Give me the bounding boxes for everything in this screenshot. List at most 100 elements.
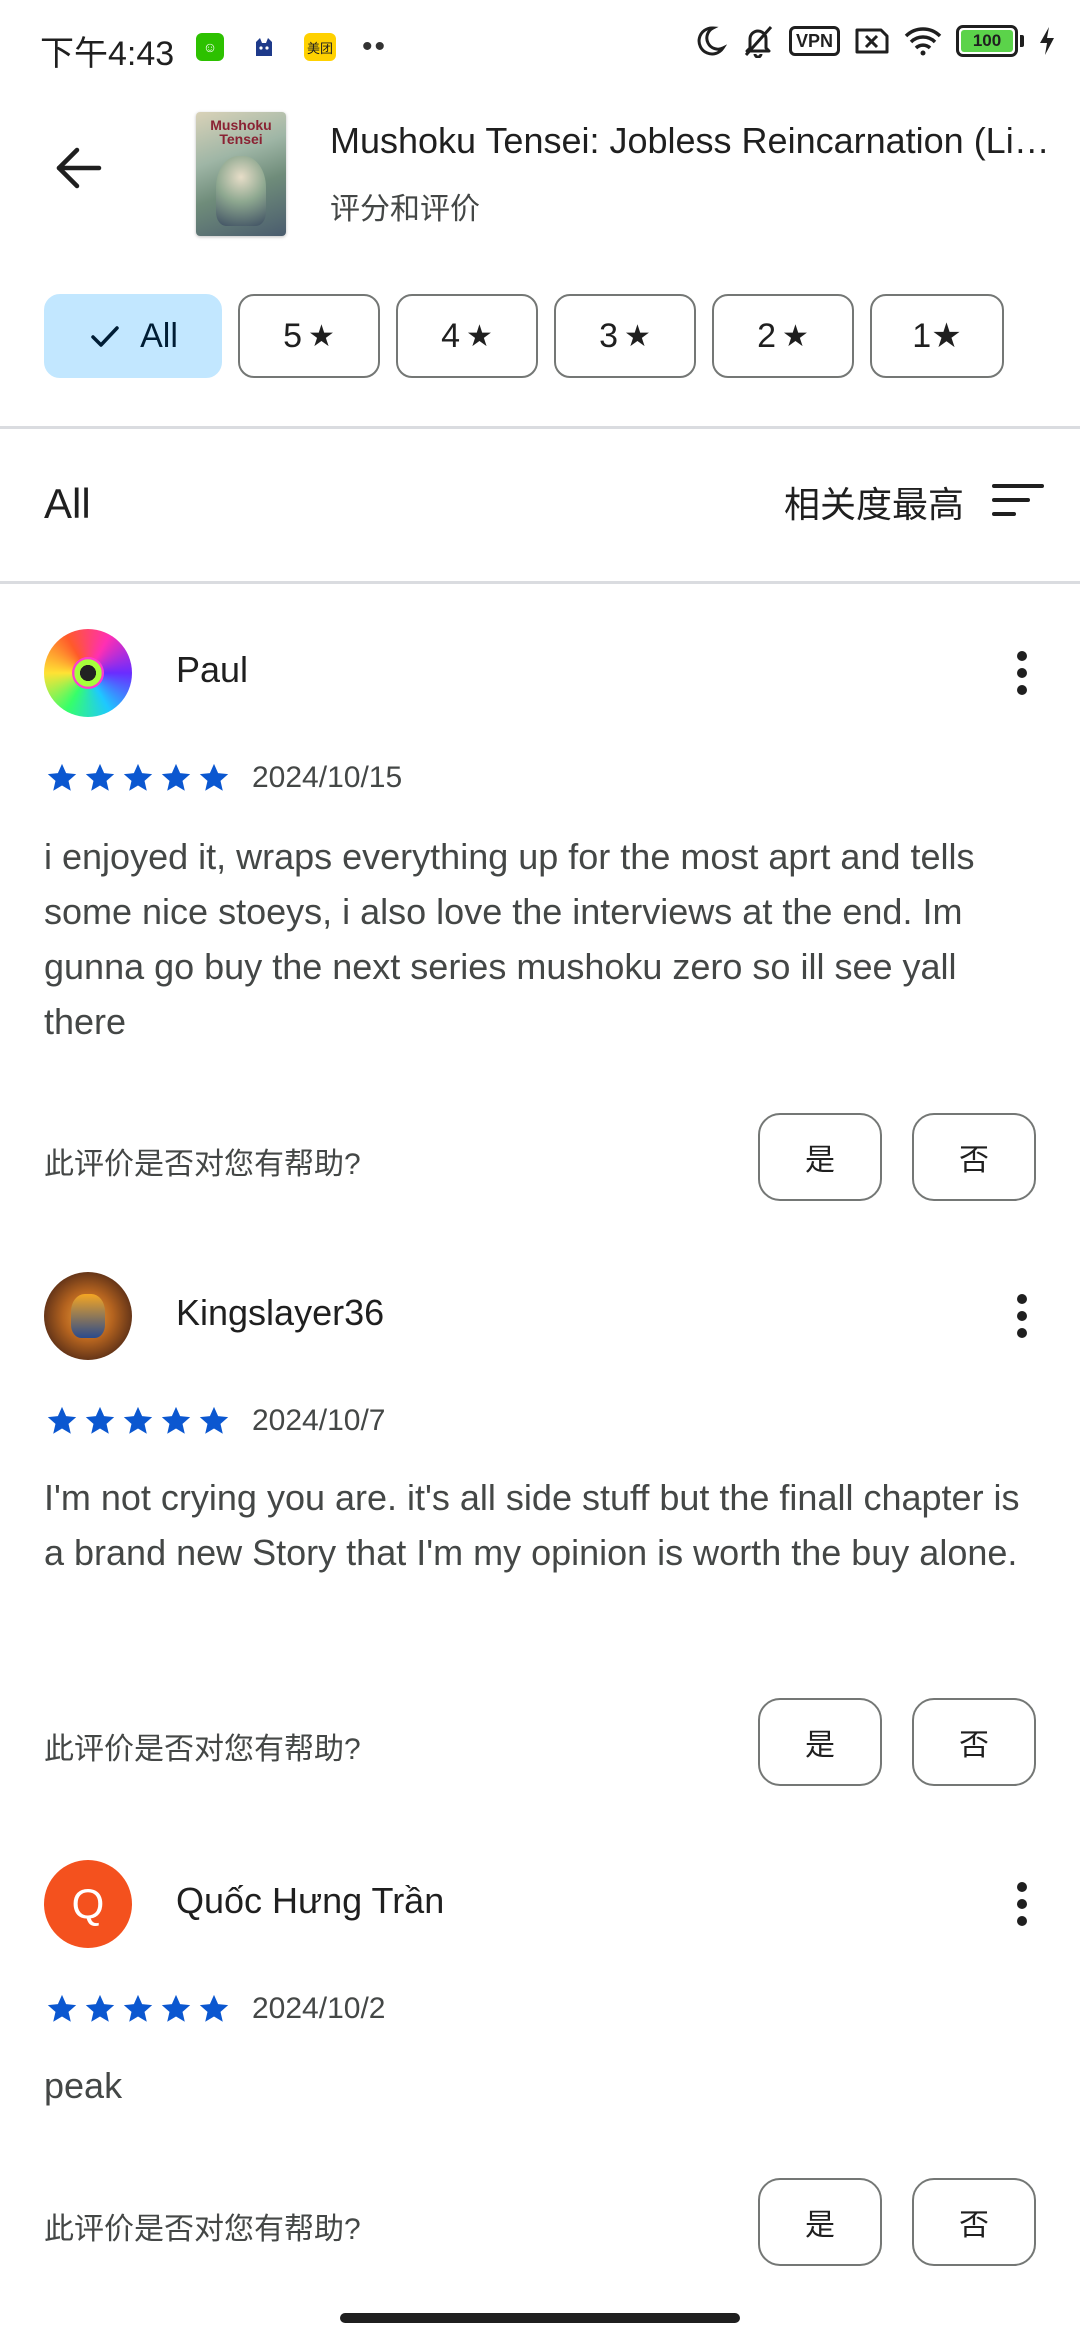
star-rating: [44, 761, 232, 795]
review-date: 2024/10/7: [252, 1404, 386, 1437]
more-vert-icon: [1017, 1882, 1027, 1926]
cover-title: Mushoku Tensei: [210, 117, 272, 147]
review-card: Q Quốc Hưng Trần 2024/10/2 peak 此评价是否对您有…: [0, 1860, 1080, 2270]
meituan-icon: 美团: [304, 33, 336, 61]
reviewer-name: Kingslayer36: [176, 1292, 385, 1333]
divider: [0, 581, 1080, 584]
chip-1-label: 1: [912, 316, 932, 355]
more-options-button[interactable]: [992, 1286, 1052, 1346]
star-icon: [47, 1994, 77, 2022]
status-time: 下午4:43: [40, 35, 175, 73]
chip-3-star[interactable]: 3 ★: [554, 294, 696, 378]
battery-tip: [1020, 35, 1024, 47]
sort-label: 相关度最高: [783, 484, 964, 525]
page-title: Mushoku Tensei: Jobless Reincarnation (L…: [330, 120, 1060, 161]
page-subtitle: 评分和评价: [330, 193, 480, 226]
chip-2-star[interactable]: 2 ★: [712, 294, 854, 378]
star-icon: [47, 763, 77, 791]
star-icon: [123, 1994, 153, 2022]
review-date: 2024/10/15: [252, 761, 403, 794]
sim-off-icon: [854, 26, 890, 56]
star-icon: [161, 1406, 191, 1434]
sort-icon: [992, 480, 1044, 525]
app-bar: Mushoku Tensei Mushoku Tensei: Jobless R…: [0, 100, 1080, 250]
star-icon: [123, 763, 153, 791]
rating-filter-chips: All 5 ★ 4 ★ 3 ★ 2 ★ 1 ★: [44, 294, 1004, 378]
chip-1-star[interactable]: 1 ★: [870, 294, 1004, 378]
helpful-row: 此评价是否对您有帮助? 是 否: [44, 2178, 1036, 2266]
star-icon: [123, 1406, 153, 1434]
helpful-yes-button[interactable]: 是: [758, 2178, 882, 2266]
wechat-icon: ☺: [196, 33, 224, 61]
star-rating: [44, 1992, 232, 2026]
star-icon: ★: [466, 319, 493, 353]
avatar: Q: [44, 1860, 132, 1948]
star-icon: [47, 1406, 77, 1434]
helpful-no-button[interactable]: 否: [912, 1698, 1036, 1786]
moon-icon: [693, 24, 727, 58]
review-card: Paul 2024/10/15 i enjoyed it, wraps ever…: [0, 629, 1080, 1209]
home-indicator[interactable]: [340, 2313, 740, 2323]
check-icon: [88, 319, 122, 353]
sort-button[interactable]: 相关度最高: [784, 476, 1044, 528]
helpful-row: 此评价是否对您有帮助? 是 否: [44, 1698, 1036, 1786]
charging-icon: [1038, 26, 1056, 56]
star-icon: ★: [931, 317, 962, 355]
rating-row: 2024/10/7: [44, 1404, 385, 1438]
reviewer-name: Quốc Hưng Trần: [176, 1880, 445, 1921]
book-cover[interactable]: Mushoku Tensei: [196, 112, 286, 236]
star-rating: [44, 1404, 232, 1438]
star-icon: ★: [624, 319, 651, 353]
wifi-icon: [904, 26, 942, 56]
helpful-no-button[interactable]: 否: [912, 1113, 1036, 1201]
chip-5-star[interactable]: 5 ★: [238, 294, 380, 378]
helpful-yes-button[interactable]: 是: [758, 1113, 882, 1201]
avatar: [44, 1272, 132, 1360]
system-icons: VPN 100: [693, 24, 1056, 58]
helpful-row: 此评价是否对您有帮助? 是 否: [44, 1113, 1036, 1201]
rating-row: 2024/10/15: [44, 761, 402, 795]
chip-all-label: All: [140, 316, 178, 355]
star-icon: [161, 1994, 191, 2022]
back-button[interactable]: [40, 130, 116, 206]
battery-level: 100: [972, 31, 1002, 50]
more-notifications-icon: ••: [362, 30, 388, 63]
more-options-button[interactable]: [992, 1874, 1052, 1934]
helpful-no-button[interactable]: 否: [912, 2178, 1036, 2266]
more-vert-icon: [1017, 651, 1027, 695]
review-text: peak: [44, 2065, 123, 2106]
chip-2-label: 2: [757, 316, 776, 355]
chip-4-label: 4: [441, 316, 460, 355]
cat-app-icon: [250, 33, 278, 61]
avatar: [44, 629, 132, 717]
chip-all[interactable]: All: [44, 294, 222, 378]
helpful-yes-button[interactable]: 是: [758, 1698, 882, 1786]
review-text: i enjoyed it, wraps everything up for th…: [44, 836, 975, 1042]
star-icon: [199, 1406, 229, 1434]
star-icon: [199, 1994, 229, 2022]
star-icon: [161, 763, 191, 791]
star-icon: ★: [308, 319, 335, 353]
cover-artwork: [216, 156, 266, 226]
bell-off-icon: [741, 24, 775, 58]
chip-3-label: 3: [599, 316, 618, 355]
reviewer-name: Paul: [176, 649, 249, 690]
arrow-back-icon: [56, 147, 102, 189]
more-options-button[interactable]: [992, 643, 1052, 703]
battery-icon: 100: [956, 25, 1018, 57]
more-vert-icon: [1017, 1294, 1027, 1338]
helpful-question: 此评价是否对您有帮助?: [44, 2213, 361, 2246]
star-icon: [85, 1406, 115, 1434]
vpn-icon: VPN: [788, 26, 840, 56]
chip-4-star[interactable]: 4 ★: [396, 294, 538, 378]
review-text: I'm not crying you are. it's all side st…: [44, 1477, 1020, 1573]
status-bar: 下午4:43 ☺ 美团 •• VPN 100: [0, 0, 1080, 96]
star-icon: [85, 763, 115, 791]
review-date: 2024/10/2: [252, 1992, 386, 2025]
star-icon: [199, 763, 229, 791]
star-icon: ★: [782, 319, 809, 353]
current-filter-label: All: [44, 480, 91, 527]
helpful-question: 此评价是否对您有帮助?: [44, 1733, 361, 1766]
divider: [0, 426, 1080, 429]
review-card: Kingslayer36 2024/10/7 I'm not crying yo…: [0, 1272, 1080, 1792]
